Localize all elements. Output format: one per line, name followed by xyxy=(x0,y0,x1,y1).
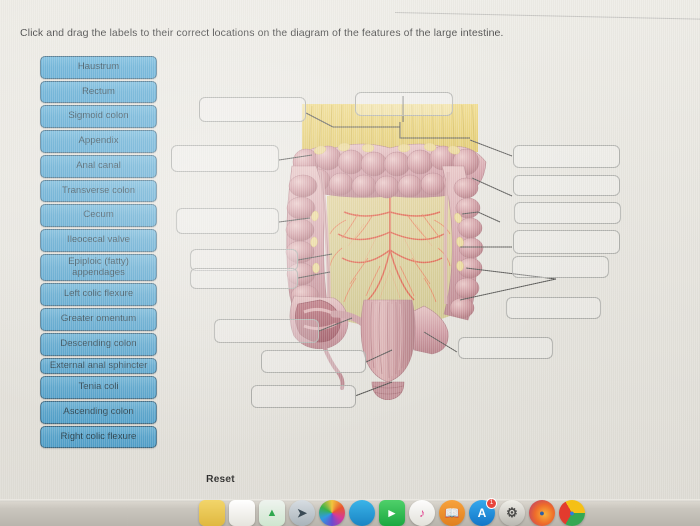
drop-target-1[interactable] xyxy=(199,97,306,122)
safari-icon[interactable]: ➤ xyxy=(289,500,315,526)
firefox-globe-glyph: ● xyxy=(539,508,545,518)
firefox-icon[interactable]: ● xyxy=(529,500,555,526)
drop-target-12[interactable] xyxy=(514,202,621,224)
drop-target-10[interactable] xyxy=(513,145,620,168)
notes-icon[interactable] xyxy=(229,500,255,526)
messages-icon[interactable] xyxy=(349,500,375,526)
app-store-icon[interactable]: A 1 xyxy=(469,498,497,526)
chrome-icon[interactable]: ● xyxy=(559,500,585,526)
label-chip-haustrum[interactable]: Haustrum xyxy=(40,56,157,79)
drop-target-14[interactable] xyxy=(512,256,609,278)
drop-target-11[interactable] xyxy=(513,175,620,196)
label-chip-appendix[interactable]: Appendix xyxy=(40,130,157,153)
label-chip-epiploic-appendages[interactable]: Epiploic (fatty) appendages xyxy=(40,253,157,282)
sigmoid-rectum-anal-art xyxy=(360,299,449,400)
label-chip-ileocecal-valve[interactable]: Ileocecal valve xyxy=(40,229,157,252)
chrome-center-glyph: ● xyxy=(569,508,575,518)
finder-icon[interactable] xyxy=(199,500,225,526)
label-chip-external-anal-sphincter[interactable]: External anal sphincter xyxy=(40,357,157,375)
gear-glyph: ⚙ xyxy=(506,505,518,520)
ibooks-icon[interactable]: 📖 xyxy=(439,500,465,526)
facetime-icon[interactable]: ► xyxy=(379,500,405,526)
drop-target-16[interactable] xyxy=(506,297,601,319)
app-store-badge: 1 xyxy=(486,498,497,509)
reset-button[interactable]: Reset xyxy=(206,473,235,485)
drop-target-3[interactable] xyxy=(176,208,279,234)
drop-target-2[interactable] xyxy=(171,145,279,172)
label-chip-descending-colon[interactable]: Descending colon xyxy=(40,332,157,356)
drop-target-13[interactable] xyxy=(513,230,620,254)
drop-target-8[interactable] xyxy=(251,385,356,408)
itunes-icon[interactable]: ♪ xyxy=(409,500,435,526)
video-glyph: ► xyxy=(386,506,398,520)
book-glyph: 📖 xyxy=(444,506,460,520)
music-note-glyph: ♪ xyxy=(419,506,425,520)
label-chip-ascending-colon[interactable]: Ascending colon xyxy=(40,401,157,424)
macos-dock: ▲ ➤ ► ♪ 📖 A 1 ⚙ ● ● xyxy=(195,498,700,526)
label-chip-cecum[interactable]: Cecum xyxy=(40,204,157,228)
label-chip-tenia-coli[interactable]: Tenia coli xyxy=(40,376,157,400)
label-bank: Haustrum Rectum Sigmoid colon Appendix A… xyxy=(40,56,157,450)
preview-icon[interactable]: ▲ xyxy=(259,500,285,526)
drop-target-15[interactable] xyxy=(458,337,553,359)
photos-icon[interactable] xyxy=(319,500,345,526)
instruction-text: Click and drag the labels to their corre… xyxy=(20,27,504,39)
drop-target-9[interactable] xyxy=(355,92,453,116)
preview-glyph: ▲ xyxy=(266,507,278,519)
label-chip-right-colic-flexure[interactable]: Right colic flexure xyxy=(40,425,157,449)
label-chip-rectum[interactable]: Rectum xyxy=(40,80,157,104)
drop-target-5[interactable] xyxy=(190,268,298,289)
label-chip-left-colic-flexure[interactable]: Left colic flexure xyxy=(40,283,157,307)
window-edge-line xyxy=(394,12,700,21)
screen-photo: Click and drag the labels to their corre… xyxy=(0,0,700,526)
drop-target-7[interactable] xyxy=(261,350,366,373)
label-chip-transverse-colon[interactable]: Transverse colon xyxy=(40,179,157,203)
gear-icon[interactable]: ⚙ xyxy=(499,500,525,526)
label-chip-sigmoid-colon[interactable]: Sigmoid colon xyxy=(40,105,157,129)
drop-target-6[interactable] xyxy=(214,319,319,343)
compass-glyph: ➤ xyxy=(296,506,308,520)
label-chip-anal-canal[interactable]: Anal canal xyxy=(40,154,157,178)
label-chip-greater-omentum[interactable]: Greater omentum xyxy=(40,308,157,331)
